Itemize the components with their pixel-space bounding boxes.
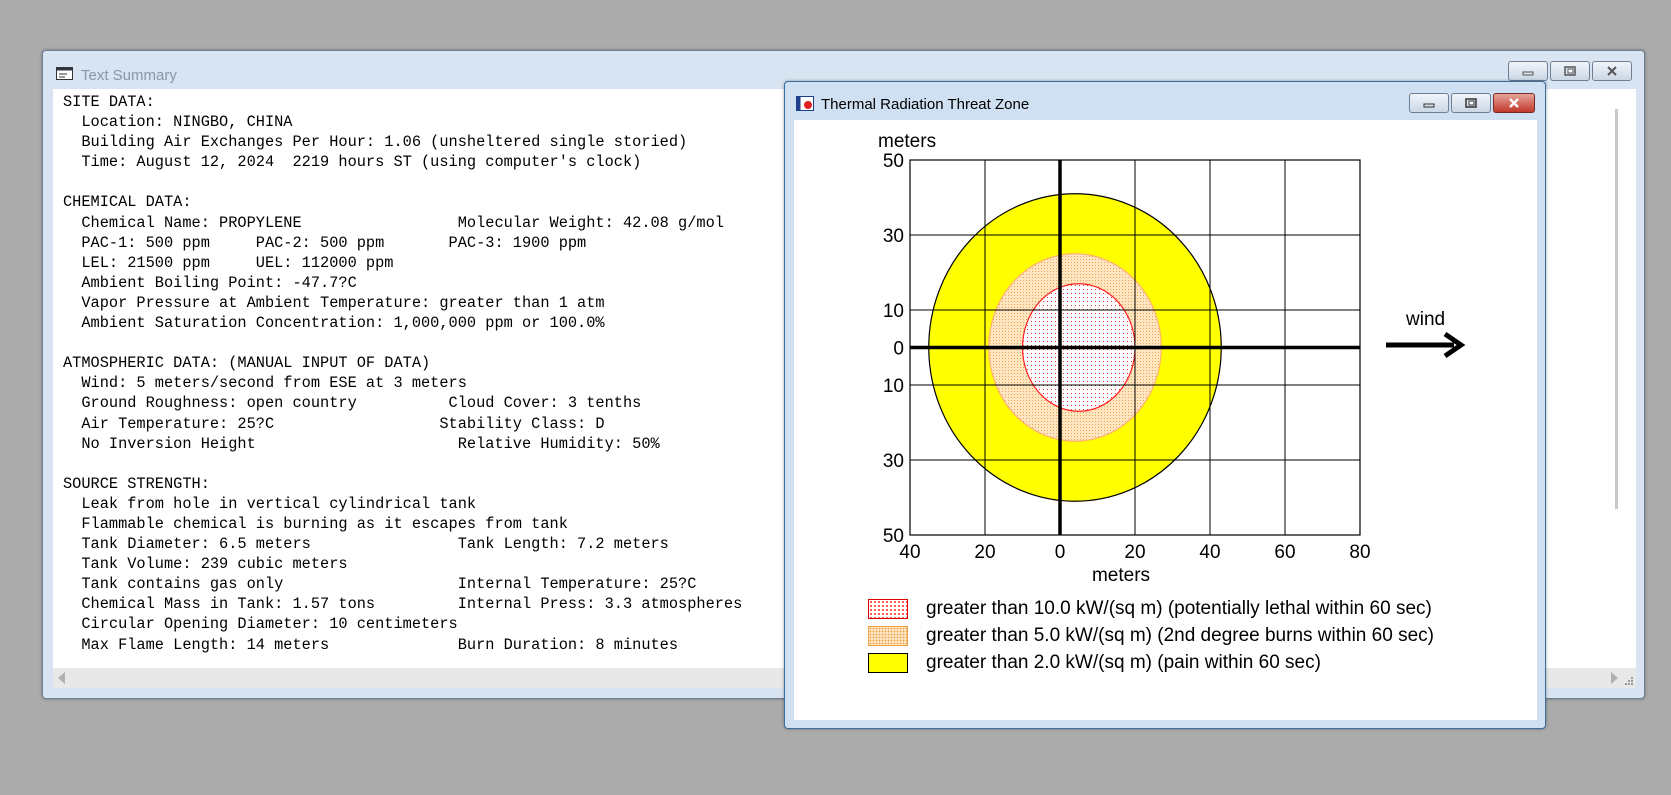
desktop: { "summary_window": { "title": "Text Sum…: [0, 0, 1671, 795]
threat-zone-window[interactable]: Thermal Radiation Threat Zone 50 30 10 0…: [784, 81, 1546, 729]
legend-label-pain: greater than 2.0 kW/(sq m) (pain within …: [926, 652, 1321, 673]
summary-window-title: Text Summary: [81, 67, 177, 84]
y-tick-label: 10: [883, 301, 904, 322]
x-tick-label: 60: [1274, 542, 1295, 563]
legend: greater than 10.0 kW/(sq m) (potentially…: [868, 598, 1528, 688]
close-icon: [1607, 66, 1617, 76]
summary-minimize-button[interactable]: [1508, 61, 1548, 81]
minimize-icon: [1522, 71, 1534, 76]
legend-label-burns: greater than 5.0 kW/(sq m) (2nd degree b…: [926, 625, 1434, 646]
restore-icon: [1564, 66, 1576, 76]
resize-grip-icon[interactable]: [1624, 676, 1634, 686]
y-tick-label: 30: [883, 451, 904, 472]
wind-arrow-icon: [1386, 331, 1466, 359]
threat-restore-button[interactable]: [1451, 93, 1491, 113]
y-tick-label: 0: [893, 339, 904, 360]
scroll-right-icon[interactable]: [1610, 672, 1620, 684]
threat-minimize-button[interactable]: [1409, 93, 1449, 113]
threat-zone-chart: 503010010305040 20 0 20 40 60 80metersmeterswi…: [878, 131, 1466, 586]
restore-icon: [1465, 98, 1477, 108]
y-tick-label: 50: [883, 151, 904, 172]
x-tick-label: 20: [974, 542, 995, 563]
legend-swatch-lethal: [868, 599, 908, 619]
close-icon: [1509, 98, 1519, 108]
scroll-left-icon[interactable]: [57, 672, 67, 684]
y-axis-label: meters: [878, 131, 936, 152]
summary-close-button[interactable]: [1592, 61, 1632, 81]
x-tick-label: 40: [1199, 542, 1220, 563]
threat-window-title: Thermal Radiation Threat Zone: [821, 96, 1030, 113]
text-window-icon: [56, 67, 73, 80]
vertical-scrollbar[interactable]: [1615, 109, 1618, 509]
threat-zone-plot-area: 50 30 10 0 10 30 50 40 20 0 20 40 60 80 meters meters wi…: [794, 120, 1537, 720]
x-tick-label: 80: [1349, 542, 1370, 563]
threat-zone-window-icon: [796, 96, 814, 111]
x-tick-label: 0: [1055, 542, 1066, 563]
y-tick-label: 30: [883, 226, 904, 247]
x-tick-label: 40: [899, 542, 920, 563]
legend-swatch-pain: [868, 653, 908, 673]
legend-swatch-burns: [868, 626, 908, 646]
wind-label: wind: [1405, 309, 1445, 330]
threat-close-button[interactable]: [1493, 93, 1535, 113]
summary-restore-button[interactable]: [1550, 61, 1590, 81]
y-tick-label: 10: [883, 376, 904, 397]
legend-label-lethal: greater than 10.0 kW/(sq m) (potentially…: [926, 598, 1432, 619]
minimize-icon: [1423, 103, 1435, 108]
x-axis-label: meters: [1092, 565, 1150, 586]
x-tick-label: 20: [1124, 542, 1145, 563]
